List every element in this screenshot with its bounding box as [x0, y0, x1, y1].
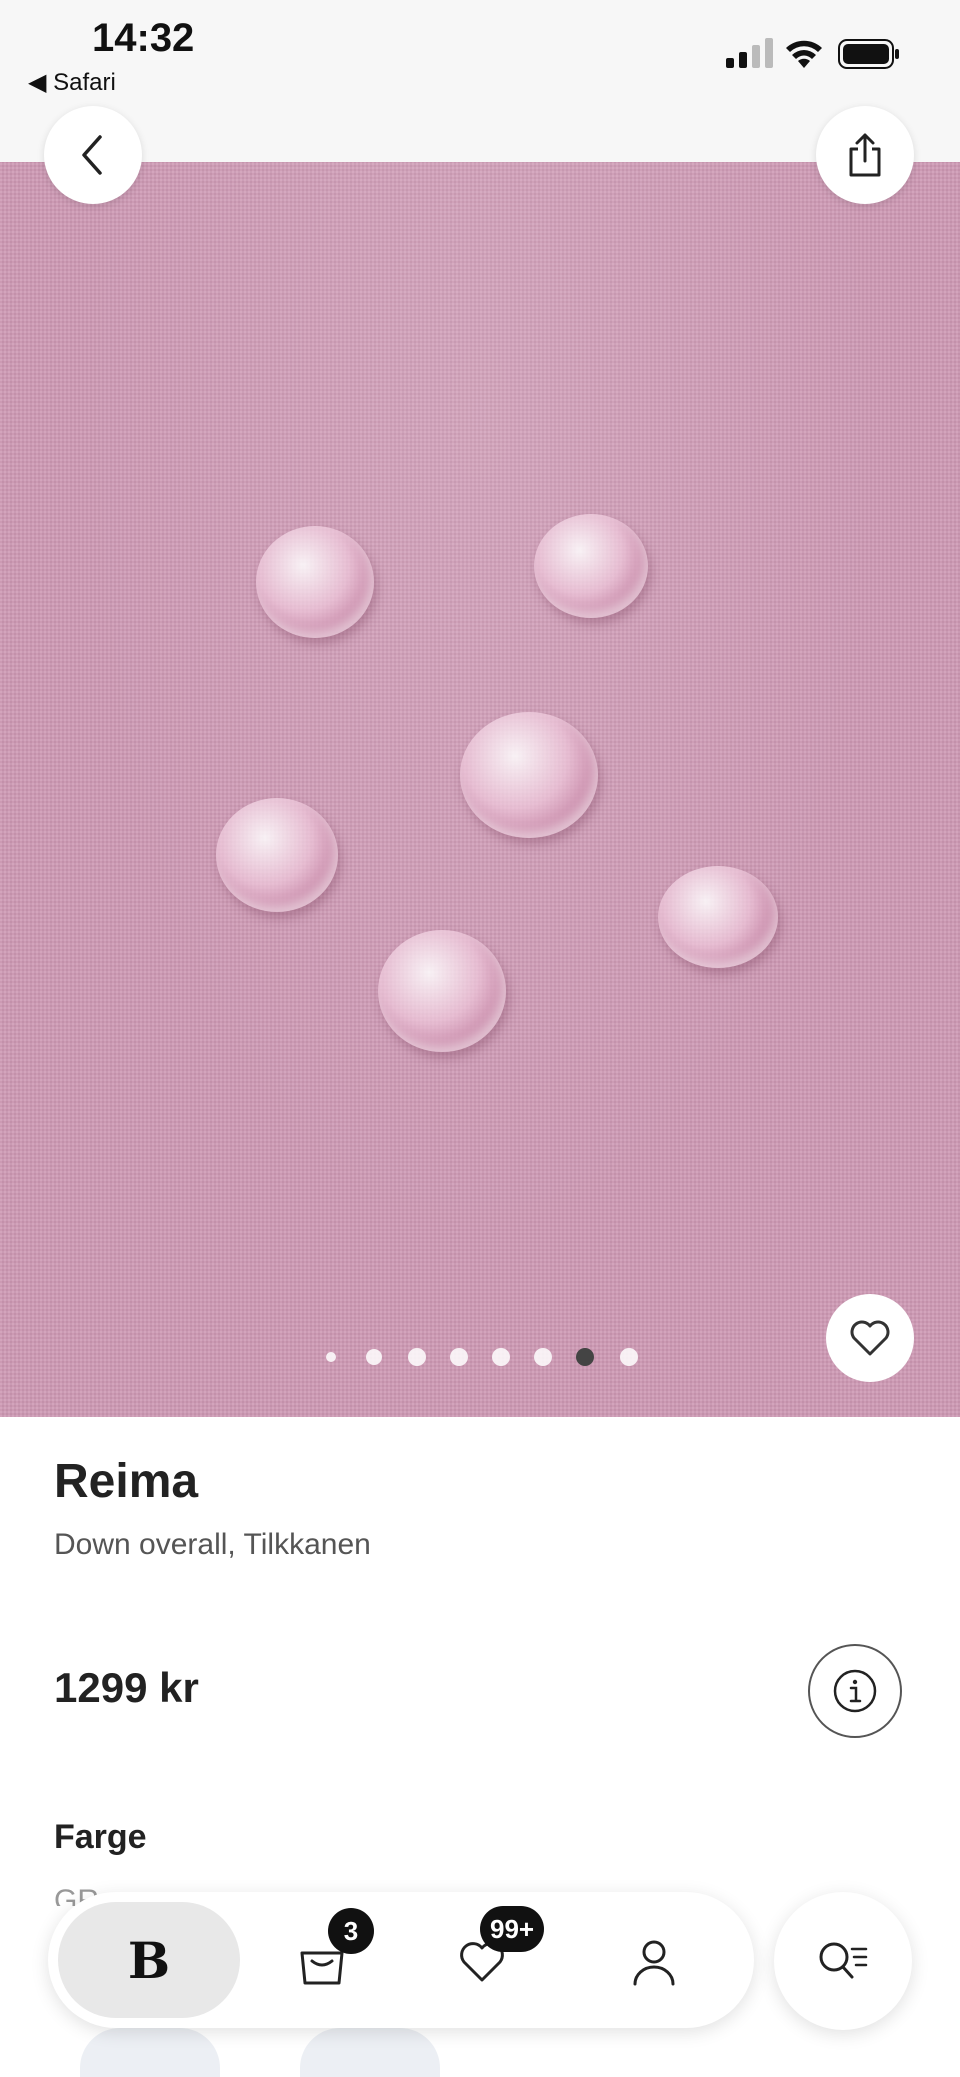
- carousel-dot-active[interactable]: [576, 1348, 594, 1366]
- product-brand[interactable]: Reima: [54, 1454, 198, 1509]
- carousel-dot[interactable]: [326, 1352, 336, 1362]
- signal-icon: [726, 38, 773, 68]
- carousel-dot[interactable]: [492, 1348, 510, 1366]
- battery-icon: [838, 39, 899, 69]
- water-drop: [256, 526, 374, 638]
- color-label: Farge: [54, 1818, 147, 1856]
- back-button[interactable]: [44, 106, 142, 204]
- water-drop: [658, 866, 778, 968]
- search-icon: [819, 1942, 868, 1979]
- water-drop: [378, 930, 506, 1052]
- related-product-thumbnail[interactable]: [300, 2028, 440, 2077]
- related-product-thumbnail[interactable]: [80, 2028, 220, 2077]
- carousel-dot[interactable]: [408, 1348, 426, 1366]
- back-to-app-link[interactable]: ◀ Safari: [28, 68, 116, 97]
- carousel-dot[interactable]: [450, 1348, 468, 1366]
- product-name: Down overall, Tilkkanen: [54, 1528, 371, 1561]
- chevron-left-icon: [82, 135, 102, 175]
- carousel-dot[interactable]: [366, 1349, 382, 1365]
- cart-count-badge: 3: [328, 1908, 374, 1954]
- favorite-button[interactable]: [826, 1294, 914, 1382]
- carousel-dot[interactable]: [534, 1348, 552, 1366]
- price-info-button[interactable]: [808, 1644, 902, 1738]
- nav-home-button[interactable]: B: [58, 1902, 240, 2018]
- water-drop: [534, 514, 648, 618]
- user-icon: [633, 1940, 675, 1986]
- wifi-icon: [786, 40, 822, 68]
- water-drop: [460, 712, 598, 838]
- carousel-indicator: [0, 1347, 960, 1367]
- nav-profile-button[interactable]: [614, 1922, 694, 2002]
- status-time: 14:32: [92, 16, 195, 60]
- nav-favorites-button[interactable]: 99+: [442, 1906, 545, 2002]
- brand-logo: B: [127, 1930, 171, 1990]
- status-bar: 14:32 ◀ Safari: [0, 0, 960, 162]
- product-price: 1299 kr: [54, 1664, 199, 1711]
- share-button[interactable]: [816, 106, 914, 204]
- nav-cart-button[interactable]: 3: [282, 1908, 374, 2002]
- water-drop: [216, 798, 338, 912]
- info-icon: [833, 1669, 877, 1713]
- search-button[interactable]: [774, 1892, 912, 2030]
- product-image[interactable]: [0, 162, 960, 1417]
- share-icon: [849, 133, 881, 177]
- favorites-count-badge: 99+: [480, 1906, 545, 1952]
- carousel-dot[interactable]: [620, 1348, 638, 1366]
- bottom-navigation: B 3 99+: [48, 1892, 754, 2028]
